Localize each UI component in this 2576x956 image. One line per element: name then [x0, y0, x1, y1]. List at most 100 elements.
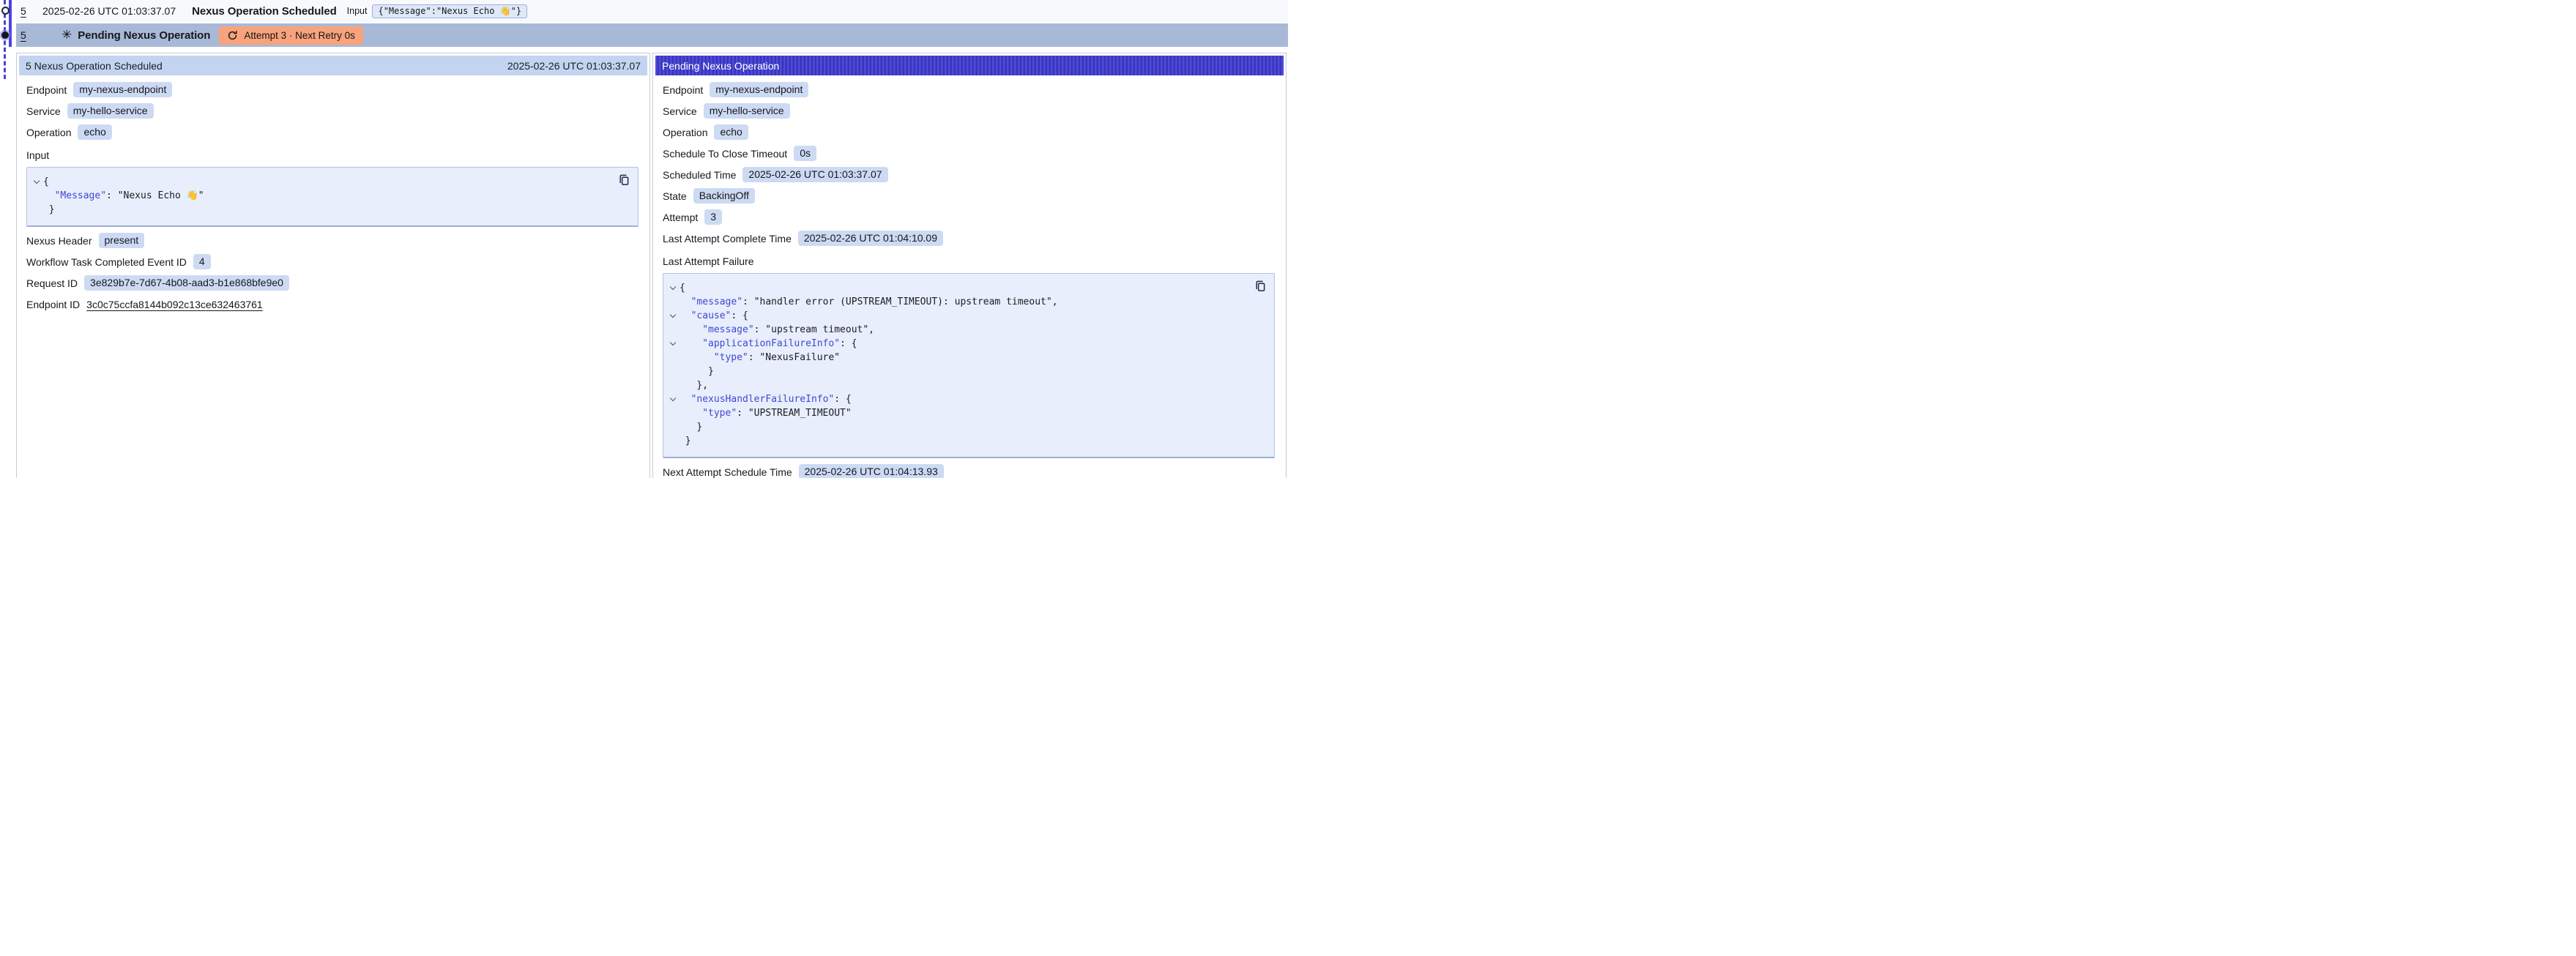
code-gutter [666, 295, 680, 309]
pending-panel-title: Pending Nexus Operation [662, 60, 779, 72]
json-line: "applicationFailureInfo": { [666, 337, 1245, 351]
field-row-last-attempt-complete-time: Last Attempt Complete Time2025-02-26 UTC… [663, 231, 1275, 246]
event-panel-timestamp: 2025-02-26 UTC 01:03:37.07 [507, 60, 641, 72]
event-panel-body: Endpointmy-nexus-endpoint Servicemy-hello… [19, 75, 647, 312]
field-value-badge: 2025-02-26 UTC 01:04:13.93 [799, 464, 944, 478]
code-gutter [666, 406, 680, 420]
history-row-event[interactable]: 5 2025-02-26 UTC 01:03:37.07 Nexus Opera… [16, 0, 1288, 22]
json-line: "cause": { [666, 309, 1245, 323]
json-text: "handler error (UPSTREAM_TIMEOUT): upstr… [754, 296, 1058, 307]
retry-badge: Attempt 3 · Next Retry 0s [219, 26, 363, 45]
collapse-chevron-icon[interactable] [666, 392, 680, 406]
field-value-badge: 2025-02-26 UTC 01:04:10.09 [798, 231, 943, 246]
field-value-badge: 2025-02-26 UTC 01:03:37.07 [742, 167, 887, 182]
json-text: } [685, 436, 691, 447]
json-line: "nexusHandlerFailureInfo": { [666, 392, 1245, 406]
field-value-link[interactable]: 3c0c75ccfa8144b092c13ce632463761 [86, 299, 263, 310]
code-gutter [666, 434, 680, 448]
json-key: "applicationFailureInfo" [702, 338, 840, 349]
input-section-label: Input [26, 149, 639, 161]
pending-id-link[interactable]: 5 [21, 29, 31, 41]
failure-section-label: Last Attempt Failure [663, 255, 1275, 267]
collapse-chevron-icon[interactable] [666, 281, 680, 295]
field-label: Endpoint [663, 84, 703, 96]
json-line: }, [666, 378, 1245, 392]
detail-panels: 5 Nexus Operation Scheduled 2025-02-26 U… [16, 53, 1287, 478]
collapse-chevron-icon[interactable] [30, 175, 43, 189]
field-row-endpoint: Endpointmy-nexus-endpoint [26, 82, 639, 97]
timeline-event-dot-icon [1, 7, 10, 15]
field-label: Next Attempt Schedule Time [663, 466, 792, 478]
input-json-viewer: {"Message": "Nexus Echo 👋"} [26, 167, 639, 227]
field-row-nexus-header: Nexus Headerpresent [26, 233, 639, 248]
code-gutter [666, 365, 680, 378]
event-summary-label: Input [347, 6, 368, 16]
field-row-operation: Operationecho [663, 124, 1275, 140]
event-detail-panel: 5 Nexus Operation Scheduled 2025-02-26 U… [16, 53, 650, 478]
field-value-badge: my-nexus-endpoint [710, 82, 808, 97]
field-row-request-id: Request ID 3e829b7e-7d67-4b08-aad3-b1e868… [26, 275, 639, 291]
workflow-history-view: 5 2025-02-26 UTC 01:03:37.07 Nexus Opera… [0, 0, 1288, 478]
field-list: Nexus HeaderpresentWorkflow Task Complet… [26, 233, 639, 312]
json-line: "type": "UPSTREAM_TIMEOUT" [666, 406, 1245, 420]
json-text: }, [696, 380, 708, 391]
field-label: Attempt [663, 212, 698, 223]
json-text: "NexusFailure" [759, 352, 840, 363]
timeline-gutter [0, 0, 16, 95]
field-list: Endpoint my-nexus-endpoint Servicemy-hello… [663, 82, 1275, 246]
json-line: } [30, 203, 608, 217]
event-summary-value: {"Message":"Nexus Echo 👋"} [372, 4, 527, 18]
history-row-pending[interactable]: 5 ✳ Pending Nexus Operation Attempt 3 · … [16, 23, 1288, 47]
field-value-badge: 3e829b7e-7d67-4b08-aad3-b1e868bfe9e0 [84, 275, 289, 291]
retry-icon [227, 30, 238, 41]
field-list: Endpointmy-nexus-endpoint Servicemy-hello… [26, 82, 639, 140]
json-text: "upstream timeout", [765, 324, 874, 335]
field-label: Endpoint [26, 84, 67, 96]
event-panel-header: 5 Nexus Operation Scheduled 2025-02-26 U… [19, 56, 647, 75]
pending-title: Pending Nexus Operation [78, 29, 210, 42]
field-label: Operation [26, 127, 71, 138]
code-gutter [666, 323, 680, 337]
json-line: "message": "upstream timeout", [666, 323, 1245, 337]
event-id-link[interactable]: 5 [21, 5, 31, 17]
code-gutter [30, 189, 43, 203]
field-row-endpoint-id: Endpoint ID 3c0c75ccfa8144b092c13ce632463… [26, 296, 639, 312]
field-row-next-attempt-schedule-time: Next Attempt Schedule Time 2025-02-26 UTC… [663, 464, 1275, 478]
collapse-chevron-icon[interactable] [666, 309, 680, 323]
json-line: } [666, 420, 1245, 434]
code-gutter [666, 351, 680, 365]
pending-panel-body: Endpoint my-nexus-endpoint Servicemy-hello… [655, 75, 1284, 478]
copy-button[interactable] [1254, 280, 1267, 292]
field-value-badge: 3 [704, 209, 722, 225]
field-row-service: Servicemy-hello-service [663, 103, 1275, 119]
field-value-badge: echo [714, 124, 748, 140]
json-text: : { [840, 338, 857, 349]
copy-button[interactable] [618, 173, 630, 186]
field-value-badge: BackingOff [693, 188, 755, 203]
pending-operation-panel: Pending Nexus Operation Endpoint my-nexus… [652, 53, 1287, 478]
field-label: Request ID [26, 277, 78, 289]
json-key: "nexusHandlerFailureInfo" [691, 394, 835, 405]
field-value-badge: echo [78, 124, 111, 140]
json-text: : { [834, 394, 851, 405]
json-line: { [666, 281, 1245, 295]
collapse-chevron-icon[interactable] [666, 337, 680, 351]
json-text: "Nexus Echo 👋" [118, 190, 204, 201]
field-label: Scheduled Time [663, 169, 736, 181]
json-line: "type": "NexusFailure" [666, 351, 1245, 365]
json-text: } [696, 422, 702, 433]
field-value-badge: 0s [794, 146, 816, 161]
field-label: Service [26, 105, 61, 117]
code-gutter [666, 378, 680, 392]
json-text: : [754, 324, 766, 335]
field-label: Schedule To Close Timeout [663, 148, 787, 160]
copy-icon [618, 173, 630, 186]
field-row-service: Servicemy-hello-service [26, 103, 639, 119]
json-line: "message": "handler error (UPSTREAM_TIME… [666, 295, 1245, 309]
retry-badge-label: Attempt 3 · Next Retry 0s [244, 30, 355, 41]
pending-asterisk-icon: ✳ [62, 28, 72, 42]
field-label: Endpoint ID [26, 299, 80, 310]
json-key: "type" [702, 408, 737, 419]
field-label: State [663, 190, 687, 202]
json-text: } [49, 204, 55, 215]
